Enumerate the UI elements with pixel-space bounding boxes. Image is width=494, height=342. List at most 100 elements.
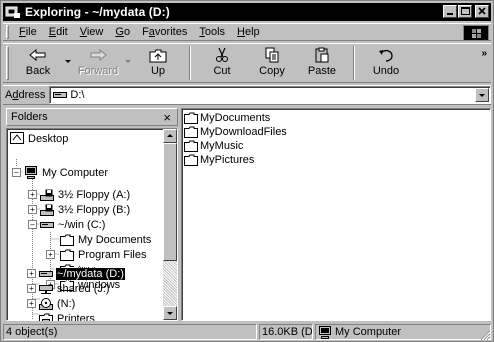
address-dropdown-button[interactable]: [475, 88, 489, 102]
windows-flag-icon: [472, 29, 481, 38]
tree-item-label: Printers: [57, 312, 95, 322]
file-list-pane[interactable]: MyDocuments MyDownloadFiles MyMusic MyPi…: [181, 108, 491, 321]
expand-toggle[interactable]: +: [27, 269, 36, 278]
file-item-mydownloadfiles[interactable]: MyDownloadFiles: [184, 125, 287, 139]
menu-help[interactable]: Help: [231, 26, 266, 38]
paste-button[interactable]: Paste: [297, 44, 347, 80]
printer-folder-icon: [39, 313, 53, 321]
up-button[interactable]: Up: [133, 44, 183, 80]
scissors-icon: [216, 47, 228, 62]
folder-icon: [184, 140, 198, 152]
forward-button[interactable]: Forward: [73, 44, 123, 80]
file-item-mymusic[interactable]: MyMusic: [184, 139, 243, 153]
status-location-text: My Computer: [335, 326, 402, 338]
copy-button[interactable]: Copy: [247, 44, 297, 80]
back-label: Back: [25, 65, 51, 77]
title-bar[interactable]: Exploring - ~/mydata (D:): [3, 3, 491, 21]
explorer-window: Exploring - ~/mydata (D:) File Edit View…: [0, 0, 494, 342]
folder-icon: [184, 154, 198, 166]
toolbar-overflow-button[interactable]: »: [481, 48, 487, 59]
menu-tools[interactable]: Tools: [193, 26, 231, 38]
tree-item-label: (N:): [57, 297, 76, 310]
dropdown-arrow-icon: [479, 94, 485, 97]
status-size: 16.0KB (Dis: [259, 324, 313, 340]
forward-arrow-icon: [90, 49, 107, 61]
folder-icon: [184, 126, 198, 138]
close-folders-button[interactable]: ×: [163, 110, 171, 125]
clipboard-icon: [315, 47, 329, 63]
tree-item-label: ~/mydata (D:): [55, 266, 126, 281]
menu-edit[interactable]: Edit: [43, 26, 74, 38]
standard-toolbar: Back Forward Up Cut Copy Paste Undo »: [3, 43, 491, 83]
folder-tree-scrollbar[interactable]: [163, 129, 177, 320]
drive-icon: [39, 270, 53, 277]
network-drive-icon: [39, 284, 53, 294]
menu-file[interactable]: File: [13, 26, 43, 38]
back-arrow-icon: [29, 49, 46, 61]
menu-view[interactable]: View: [74, 26, 110, 38]
window-title: Exploring - ~/mydata (D:): [25, 5, 170, 19]
drive-icon: [53, 92, 68, 98]
close-button[interactable]: [475, 5, 489, 18]
toolbar-separator: [353, 46, 355, 80]
status-bar: 4 object(s) 16.0KB (Dis My Computer: [3, 323, 491, 341]
tree-item-shared-j[interactable]: shared (J:): [38, 281, 111, 296]
resize-grip-icon[interactable]: [479, 329, 491, 341]
tree-item-drive-d[interactable]: ~/mydata (D:): [38, 266, 126, 281]
forward-label: Forward: [77, 65, 119, 77]
scroll-thumb[interactable]: [163, 143, 177, 261]
maximize-icon: [461, 7, 470, 15]
cdrom-icon: [39, 297, 53, 310]
menu-go[interactable]: Go: [109, 26, 136, 38]
address-input[interactable]: D:\: [49, 86, 491, 104]
status-object-count: 4 object(s): [3, 324, 257, 340]
forward-dropdown-button[interactable]: [123, 44, 133, 80]
undo-label: Undo: [372, 65, 400, 77]
tree-item-printers[interactable]: Printers: [38, 311, 96, 321]
expand-toggle[interactable]: +: [27, 299, 36, 308]
close-icon: [478, 7, 486, 15]
explorer-app-icon: [5, 6, 20, 18]
tree-lower-section: + ~/mydata (D:) + shared (J:) + (N:) Pri…: [6, 128, 164, 321]
file-item-mypictures[interactable]: MyPictures: [184, 153, 254, 167]
file-item-mydocuments[interactable]: MyDocuments: [184, 111, 270, 125]
file-name: MyPictures: [200, 154, 255, 166]
dropdown-arrow-icon: [125, 60, 131, 63]
menubar-grip[interactable]: [6, 25, 9, 39]
tree-item-label: shared (J:): [57, 282, 110, 295]
address-value: D:\: [70, 89, 85, 101]
toolbar-grip[interactable]: [6, 46, 9, 80]
minimize-button[interactable]: [443, 5, 457, 18]
status-object-count-text: 4 object(s): [6, 326, 58, 338]
up-label: Up: [150, 65, 166, 77]
toolbar-separator: [189, 46, 191, 80]
file-name: MyMusic: [200, 140, 244, 152]
scroll-up-button[interactable]: [163, 129, 177, 143]
menu-favorites[interactable]: Favorites: [136, 26, 193, 38]
copy-label: Copy: [259, 65, 285, 77]
folder-icon: [184, 112, 198, 124]
status-location: My Computer: [315, 324, 491, 340]
address-label: Address: [5, 89, 46, 101]
scroll-up-arrow-icon: [167, 134, 173, 137]
scroll-down-button[interactable]: [163, 306, 177, 320]
back-dropdown-button[interactable]: [63, 44, 73, 80]
dropdown-arrow-icon: [65, 60, 71, 63]
folders-header: Folders ×: [6, 108, 178, 126]
file-name: MyDocuments: [200, 112, 271, 124]
minimize-icon: [447, 13, 453, 15]
folders-title: Folders: [11, 111, 48, 123]
undo-icon: [379, 49, 393, 62]
expand-toggle[interactable]: +: [27, 284, 36, 293]
copy-icon: [265, 47, 279, 63]
computer-icon: [319, 325, 331, 339]
maximize-button[interactable]: [458, 5, 472, 18]
scroll-down-arrow-icon: [167, 312, 173, 315]
back-button[interactable]: Back: [13, 44, 63, 80]
undo-button[interactable]: Undo: [361, 44, 411, 80]
cut-button[interactable]: Cut: [197, 44, 247, 80]
address-bar: Address D:\: [3, 85, 491, 105]
tree-item-drive-n[interactable]: (N:): [38, 296, 76, 311]
paste-label: Paste: [307, 65, 337, 77]
menu-bar: File Edit View Go Favorites Tools Help: [3, 23, 491, 41]
